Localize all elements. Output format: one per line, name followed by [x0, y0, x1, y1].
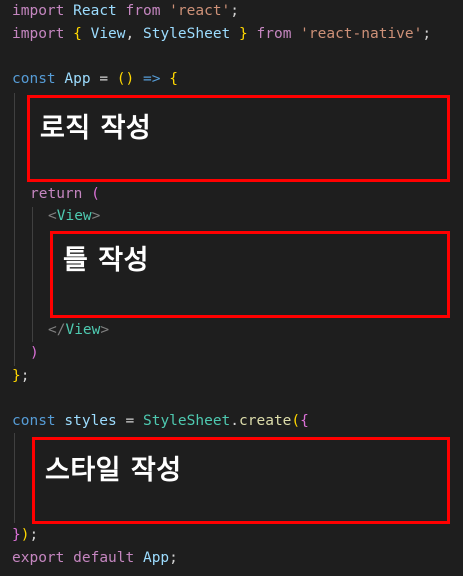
frame-annotation-label: 틀 작성: [63, 245, 149, 276]
code-line-9: <View>: [48, 208, 101, 224]
code-line-22: export default App;: [12, 550, 178, 566]
code-line-13: </View>: [48, 322, 110, 338]
indent-guide: [14, 433, 15, 523]
logic-annotation-box: 로직 작성: [27, 95, 450, 182]
indent-guide: [32, 207, 33, 342]
indent-guide: [14, 93, 15, 366]
style-annotation-label: 스타일 작성: [45, 455, 182, 486]
code-line-21: });: [12, 527, 39, 543]
code-line-8: return (: [30, 186, 100, 202]
logic-annotation-label: 로직 작성: [40, 113, 152, 144]
code-line-4: const App = () => {: [12, 71, 178, 87]
code-line-15: };: [12, 368, 30, 384]
code-line-2: import { View, StyleSheet } from 'react-…: [12, 26, 432, 42]
style-annotation-box: 스타일 작성: [32, 437, 450, 524]
code-line-17: const styles = StyleSheet.create({: [12, 413, 309, 429]
code-line-14: ): [30, 345, 39, 361]
frame-annotation-box: 틀 작성: [50, 231, 450, 318]
code-line-1: import React from 'react';: [12, 3, 240, 19]
